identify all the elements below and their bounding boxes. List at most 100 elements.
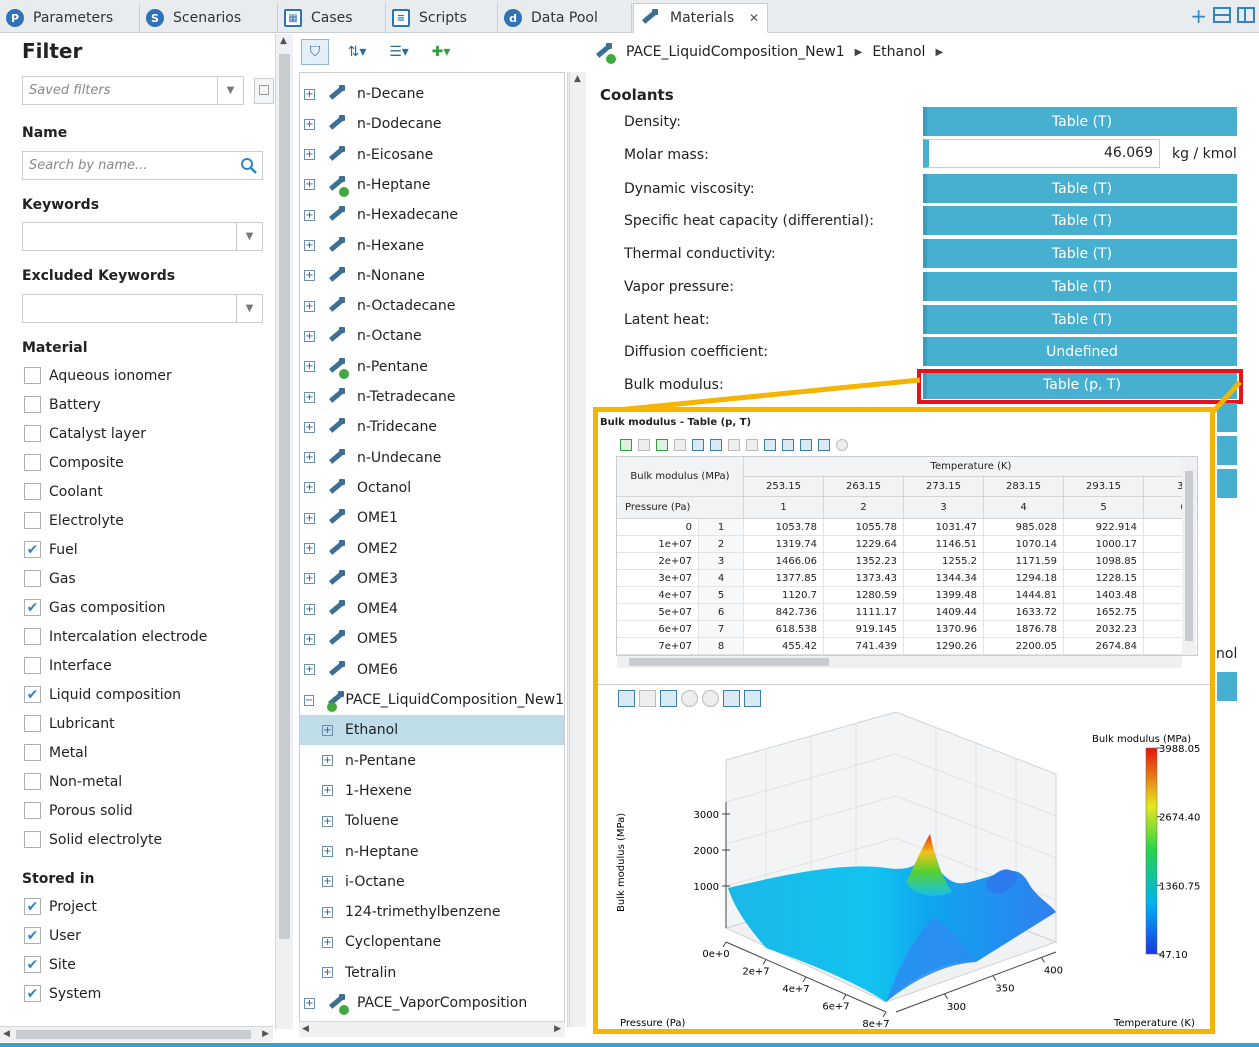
pressure-cell[interactable]: 4e+07 <box>617 587 699 604</box>
temperature-column-header[interactable]: 283.15 <box>984 477 1064 497</box>
zoom-in-icon[interactable] <box>681 690 698 707</box>
table-toolbar <box>620 439 848 451</box>
temperature-column-header[interactable]: 263.15 <box>824 477 904 497</box>
table-cell[interactable]: 1098.85 <box>1064 553 1144 570</box>
pressure-cell[interactable]: 1e+07 <box>617 536 699 553</box>
table-cell[interactable]: 1070.14 <box>984 536 1064 553</box>
table-cell[interactable]: 1055.78 <box>824 519 904 536</box>
table-cell[interactable]: 1280.59 <box>824 587 904 604</box>
y-tick-mark <box>1041 957 1045 963</box>
table-cell[interactable]: 1319.74 <box>744 536 824 553</box>
table-cell[interactable]: 1111.17 <box>824 604 904 621</box>
table-cell[interactable]: 1466.06 <box>744 553 824 570</box>
table-cell[interactable]: 1146.51 <box>904 536 984 553</box>
pressure-cell[interactable]: 5e+07 <box>617 604 699 621</box>
table-cell[interactable]: 919.145 <box>824 621 904 638</box>
y-tick-mark <box>992 975 997 981</box>
delete-column-icon[interactable] <box>674 439 686 451</box>
window-bottom-border <box>0 1043 1259 1047</box>
table-cell[interactable]: 1409.44 <box>904 604 984 621</box>
table-cell[interactable]: 2032.23 <box>1064 621 1144 638</box>
chart-icon[interactable] <box>800 439 812 451</box>
table-cell[interactable]: 922.914 <box>1064 519 1144 536</box>
table-cell[interactable]: 1053.78 <box>744 519 824 536</box>
table-icon[interactable] <box>782 439 794 451</box>
temperature-column-header[interactable]: 293.15 <box>1064 477 1144 497</box>
table-cell[interactable]: 842.736 <box>744 604 824 621</box>
info-icon[interactable] <box>836 439 848 451</box>
pressure-cell[interactable]: 7e+07 <box>617 638 699 655</box>
scrollbar-thumb[interactable] <box>1185 471 1193 641</box>
insert-column-icon[interactable] <box>656 439 668 451</box>
grid-icon[interactable] <box>818 439 830 451</box>
colorbar-tick-label: 47.10 <box>1159 950 1188 961</box>
pressure-cell[interactable]: 3e+07 <box>617 570 699 587</box>
sort-icon[interactable] <box>764 439 776 451</box>
temperature-column-header[interactable]: 273.15 <box>904 477 984 497</box>
zoom-out-icon[interactable] <box>702 690 719 707</box>
table-cell[interactable]: 741.439 <box>824 638 904 655</box>
row-index-cell: 4 <box>699 570 744 587</box>
table-cell[interactable]: 1031.47 <box>904 519 984 536</box>
x-tick-label: 6e+7 <box>822 1002 849 1013</box>
rotate-icon[interactable] <box>744 690 761 707</box>
splitter[interactable] <box>598 684 1210 685</box>
table-cell[interactable]: 1444.81 <box>984 587 1064 604</box>
plot-mode-icon[interactable] <box>618 690 635 707</box>
chart-svg[interactable]: 1000 2000 3000 0e+0 2e+7 4e+7 6e+7 8e+7 300 350… <box>616 711 1206 1030</box>
table-cell[interactable]: 1652.75 <box>1064 604 1144 621</box>
surface-chart[interactable]: 1000 2000 3000 0e+0 2e+7 4e+7 6e+7 8e+7 300 350… <box>616 711 1206 1030</box>
table-cell[interactable]: 1377.85 <box>744 570 824 587</box>
table-cell[interactable]: 455.42 <box>744 638 824 655</box>
z-tick-label: 1000 <box>694 882 719 893</box>
table-cell[interactable]: 1228.15 <box>1064 570 1144 587</box>
bulk-modulus-table[interactable]: Bulk modulus (MPa) Temperature (K) Press… <box>616 456 1198 656</box>
paste-icon[interactable] <box>746 439 758 451</box>
y-tick-label: 300 <box>947 1002 966 1013</box>
pressure-cell[interactable]: 0 <box>617 519 699 536</box>
y-tick-label: 400 <box>1044 965 1063 976</box>
column-index-header: 3 <box>904 497 984 519</box>
pressure-cell[interactable]: 2e+07 <box>617 553 699 570</box>
table-vscrollbar[interactable] <box>1182 457 1196 655</box>
y-tick-mark <box>944 993 948 1000</box>
scrollbar-thumb[interactable] <box>629 658 829 666</box>
x-tick-mark <box>722 941 727 948</box>
table-cell[interactable]: 1876.78 <box>984 621 1064 638</box>
delete-row-icon[interactable] <box>638 439 650 451</box>
table-cell[interactable]: 1294.18 <box>984 570 1064 587</box>
table-cell[interactable]: 618.538 <box>744 621 824 638</box>
select-icon[interactable] <box>639 690 656 707</box>
y-tick-label: 350 <box>995 984 1014 995</box>
x-tick-label: 8e+7 <box>862 1019 889 1030</box>
export-icon[interactable] <box>710 439 722 451</box>
copy-icon[interactable] <box>728 439 740 451</box>
import-icon[interactable] <box>692 439 704 451</box>
table-cell[interactable]: 1633.72 <box>984 604 1064 621</box>
pressure-cell[interactable]: 6e+07 <box>617 621 699 638</box>
table-hscrollbar[interactable] <box>617 656 1182 668</box>
x-tick-mark <box>842 994 847 1000</box>
table-cell[interactable]: 1229.64 <box>824 536 904 553</box>
table-cell[interactable]: 2674.84 <box>1064 638 1144 655</box>
table-cell[interactable]: 2200.05 <box>984 638 1064 655</box>
table-cell[interactable]: 1370.96 <box>904 621 984 638</box>
table-cell[interactable]: 1344.34 <box>904 570 984 587</box>
table-cell[interactable]: 1171.59 <box>984 553 1064 570</box>
x-tick-mark <box>882 1011 887 1018</box>
insert-row-icon[interactable] <box>620 439 632 451</box>
table-cell[interactable]: 1399.48 <box>904 587 984 604</box>
table-cell[interactable]: 1120.7 <box>744 587 824 604</box>
home-icon[interactable] <box>660 690 677 707</box>
row-index-cell: 7 <box>699 621 744 638</box>
table-cell[interactable]: 1290.26 <box>904 638 984 655</box>
table-cell[interactable]: 1403.48 <box>1064 587 1144 604</box>
table-cell[interactable]: 1000.17 <box>1064 536 1144 553</box>
pressure-header: Pressure (Pa) <box>617 497 744 519</box>
table-cell[interactable]: 1352.23 <box>824 553 904 570</box>
table-cell[interactable]: 985.028 <box>984 519 1064 536</box>
temperature-column-header[interactable]: 253.15 <box>744 477 824 497</box>
pan-icon[interactable] <box>723 690 740 707</box>
table-cell[interactable]: 1373.43 <box>824 570 904 587</box>
table-cell[interactable]: 1255.2 <box>904 553 984 570</box>
